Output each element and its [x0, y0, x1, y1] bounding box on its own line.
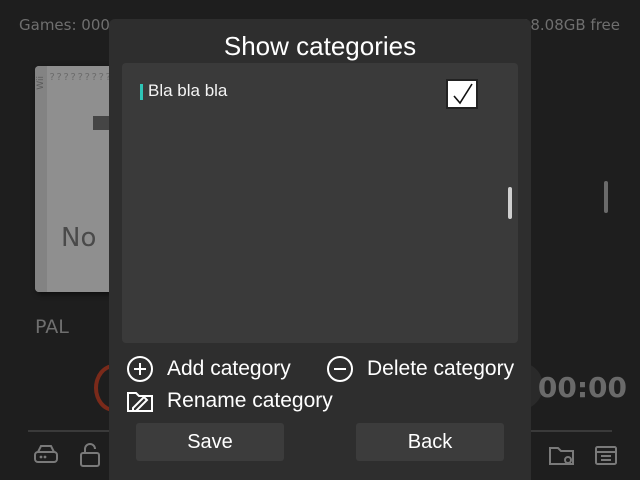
minus-circle-icon [327, 356, 353, 382]
cover-spine-label: Wii [36, 76, 46, 90]
cover-spine [35, 66, 47, 292]
unlock-icon[interactable] [76, 442, 104, 468]
add-category-button[interactable]: Add category [125, 354, 291, 384]
save-button[interactable]: Save [136, 423, 284, 461]
play-timer: 00:00 [537, 371, 627, 404]
plus-circle-icon [127, 356, 153, 382]
show-categories-dialog: Show categories Bla bla bla Add category… [109, 19, 531, 480]
checkmark-icon [453, 83, 473, 105]
browser-icon[interactable] [592, 442, 620, 468]
add-category-label: Add category [167, 357, 291, 380]
cover-no-image-text: No [61, 223, 97, 253]
list-scrollbar[interactable] [508, 187, 512, 219]
selection-marker [140, 84, 143, 100]
category-list: Bla bla bla [122, 63, 518, 343]
dialog-title: Show categories [223, 31, 417, 61]
background-scrollbar[interactable] [604, 181, 608, 213]
game-cover[interactable]: ????????????????????????????????????????… [35, 66, 113, 292]
rename-category-button[interactable]: Rename category [125, 386, 333, 416]
region-label: PAL [35, 316, 69, 338]
category-list-item[interactable]: Bla bla bla [138, 79, 483, 111]
drive-icon[interactable] [32, 442, 60, 468]
back-button[interactable]: Back [356, 423, 504, 461]
folder-settings-icon[interactable] [548, 442, 576, 468]
rename-category-label: Rename category [167, 389, 333, 412]
category-checkbox[interactable] [446, 79, 478, 109]
category-label: Bla bla bla [148, 81, 228, 100]
delete-category-button[interactable]: Delete category [325, 354, 514, 384]
folder-edit-icon [127, 392, 153, 412]
delete-category-label: Delete category [367, 357, 515, 380]
games-count: Games: 000 [19, 16, 110, 34]
